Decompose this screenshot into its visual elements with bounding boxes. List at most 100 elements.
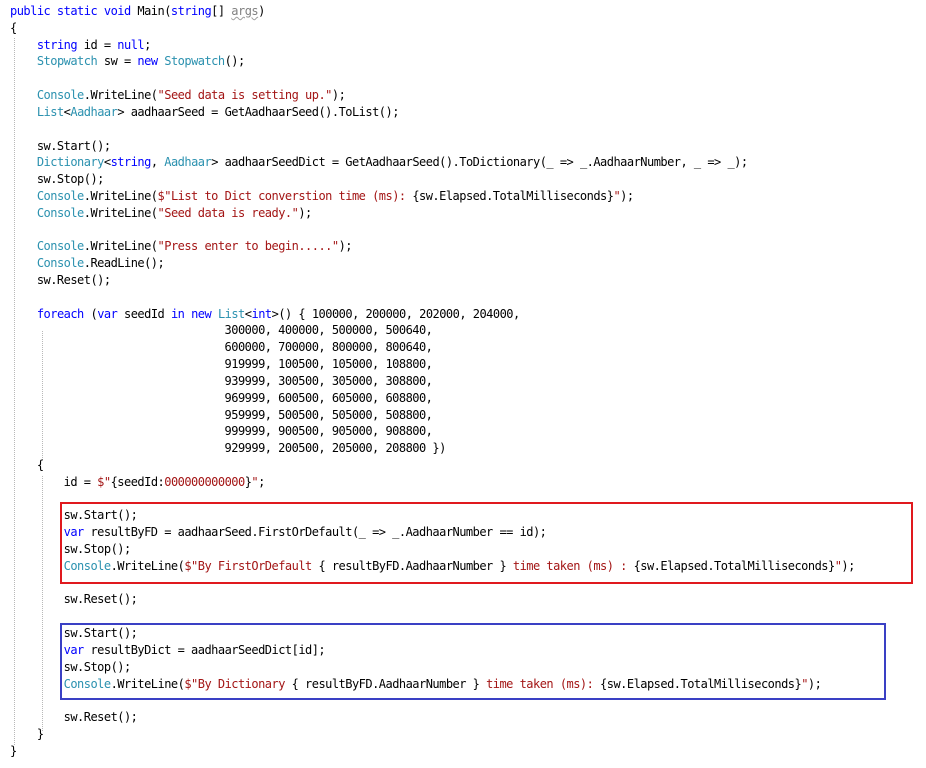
code-token: sw.Reset(); — [10, 710, 138, 725]
code-token: 300000, 400000, 500000, 500640, — [10, 323, 433, 338]
code-line: 969999, 600500, 605000, 608800, — [10, 390, 855, 407]
code-line: Stopwatch sw = new Stopwatch(); — [10, 53, 855, 70]
code-token: Console — [36, 188, 84, 203]
code-line: List<Aadhaar> aadhaarSeed = GetAadhaarSe… — [10, 104, 855, 121]
code-line: sw.Start(); — [10, 138, 855, 155]
code-token: string — [170, 4, 212, 18]
code-line: foreach (var seedId in new List<int>() {… — [10, 306, 855, 323]
code-token: 600000, 700000, 800000, 800640, — [10, 340, 433, 355]
code-token: $" — [97, 474, 111, 489]
code-line: string id = null; — [10, 37, 855, 54]
code-token: List — [217, 306, 245, 321]
code-line: 959999, 500500, 505000, 508800, — [10, 407, 855, 424]
code-token: var — [97, 306, 118, 321]
code-token: < — [103, 155, 111, 170]
code-token: string — [110, 155, 152, 170]
code-token: seedId — [117, 306, 171, 321]
code-token: { — [10, 20, 17, 35]
code-token: sw = — [97, 54, 138, 69]
code-line: 300000, 400000, 500000, 500640, — [10, 322, 855, 339]
code-line: 929999, 200500, 205000, 208800 }) — [10, 440, 855, 457]
code-token: public static void — [10, 4, 138, 18]
code-token: 919999, 100500, 105000, 108800, — [10, 357, 433, 372]
code-line: { — [10, 457, 855, 474]
code-token: } — [10, 743, 17, 758]
code-token: 929999, 200500, 205000, 208800 }) — [10, 441, 447, 456]
code-token: ); — [331, 88, 346, 103]
code-line: { — [10, 20, 855, 37]
code-line: id = $"{seedId:000000000000}"; — [10, 474, 855, 491]
code-token: "Press enter to begin....." — [157, 239, 340, 254]
code-token: > aadhaarSeedDict = GetAadhaarSeed().ToD… — [211, 155, 748, 170]
dictionary-highlight-box — [60, 623, 886, 700]
code-token: { — [10, 457, 44, 472]
code-line: Console.WriteLine($"List to Dict convers… — [10, 188, 855, 205]
code-line: Console.WriteLine("Press enter to begin.… — [10, 238, 855, 255]
code-token: id = — [10, 474, 98, 489]
code-token: .WriteLine( — [83, 205, 158, 220]
code-line: sw.Reset(); — [10, 591, 855, 608]
code-line: sw.Reset(); — [10, 709, 855, 726]
code-line: 939999, 300500, 305000, 308800, — [10, 373, 855, 390]
code-token: sw.Reset(); — [10, 273, 111, 287]
code-line: 919999, 100500, 105000, 108800, — [10, 356, 855, 373]
code-token: string — [36, 37, 78, 52]
code-token: new — [191, 306, 212, 321]
code-token: 959999, 500500, 505000, 508800, — [10, 407, 433, 422]
code-token: Aadhaar — [70, 104, 118, 119]
code-line: Console.ReadLine(); — [10, 255, 855, 272]
code-token: Stopwatch — [36, 54, 98, 69]
code-token: Main( — [137, 4, 171, 18]
code-token: Console — [36, 205, 84, 220]
code-token: id = — [77, 37, 118, 52]
code-token: {seedId: — [110, 474, 165, 489]
code-line: public static void Main(string[] args) — [10, 3, 855, 20]
code-token: Console — [36, 88, 84, 103]
code-token: Aadhaar — [164, 155, 212, 170]
code-token: .WriteLine( — [83, 188, 158, 203]
code-token: foreach — [36, 306, 84, 321]
code-token: args — [231, 4, 259, 18]
code-token: , — [150, 155, 165, 170]
code-token: .WriteLine( — [83, 239, 158, 254]
code-token: ( — [83, 306, 98, 321]
code-token: } — [10, 726, 44, 741]
code-line: Console.WriteLine("Seed data is setting … — [10, 87, 855, 104]
code-token: ); — [338, 239, 353, 254]
code-token: List — [36, 104, 64, 119]
code-token: Console — [36, 256, 84, 271]
code-token: $"List to Dict converstion time (ms): — [157, 188, 413, 203]
code-token: 969999, 600500, 605000, 608800, — [10, 390, 433, 405]
code-editor[interactable]: public static void Main(string[] args){ … — [0, 0, 926, 768]
code-token: 939999, 300500, 305000, 308800, — [10, 373, 433, 388]
code-token: [] — [211, 4, 232, 18]
code-token: int — [251, 306, 272, 321]
code-line: Console.WriteLine("Seed data is ready.")… — [10, 205, 855, 222]
code-token: Stopwatch — [164, 54, 225, 69]
code-token: ) — [258, 4, 265, 18]
code-line: sw.Stop(); — [10, 171, 855, 188]
code-token: "Seed data is ready." — [157, 205, 299, 220]
code-token: ); — [620, 188, 634, 203]
code-line: Dictionary<string, Aadhaar> aadhaarSeedD… — [10, 154, 855, 171]
code-line: } — [10, 726, 855, 743]
code-token: 999999, 900500, 905000, 908800, — [10, 424, 433, 439]
